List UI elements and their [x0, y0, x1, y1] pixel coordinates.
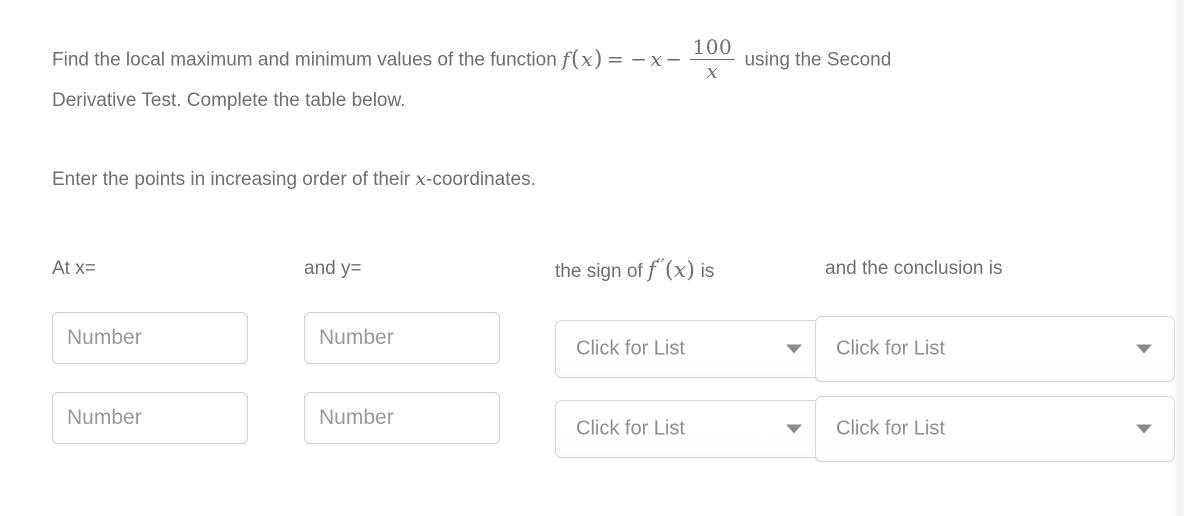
function-formula: f(x) = − x −100 x [562, 37, 739, 83]
chevron-down-icon [1136, 344, 1152, 354]
formula-minus-1: − [630, 47, 648, 71]
conclusion-dropdown-label: Click for List [836, 337, 945, 360]
prompt-text-part1: Find the local maximum and minimum value… [52, 49, 563, 71]
formula-equals: = [606, 47, 625, 71]
question-content: Find the local maximum and minimum value… [52, 0, 1172, 194]
formula-fn-name: f [562, 47, 570, 71]
y-value-input[interactable] [304, 392, 500, 444]
sign-dropdown-label: Click for List [576, 417, 685, 440]
chevron-down-icon [786, 424, 802, 434]
header-at-x: At x= [52, 258, 96, 279]
question-prompt: Find the local maximum and minimum value… [52, 37, 1142, 119]
table-row: Click for List Click for List [52, 392, 1182, 462]
ordering-instruction: Enter the points in increasing order of … [52, 165, 1172, 194]
table-row: Click for List Click for List [52, 312, 1182, 382]
formula-term-x: x [650, 47, 663, 71]
x-value-input[interactable] [52, 392, 248, 444]
conclusion-dropdown[interactable]: Click for List [815, 316, 1175, 382]
header-sign-suffix: is [695, 261, 715, 282]
chevron-down-icon [1136, 424, 1152, 434]
formula-open-paren: ( [570, 47, 581, 72]
sign-dropdown[interactable]: Click for List [555, 320, 825, 378]
fpp-variable: x [673, 258, 687, 282]
formula-fraction: 100 x [689, 37, 736, 83]
sign-dropdown[interactable]: Click for List [555, 400, 825, 458]
fraction-denominator: x [706, 59, 719, 83]
instruction-part2: -coordinates. [426, 169, 536, 190]
fpp-open-paren: ( [664, 258, 674, 283]
y-value-input[interactable] [304, 312, 500, 364]
header-sign-of-second-derivative: the sign of f′′(x) is [555, 255, 715, 283]
fpp-fn-name: f [647, 258, 657, 282]
instruction-part1: Enter the points in increasing order of … [52, 169, 416, 190]
conclusion-dropdown-label: Click for List [836, 417, 945, 440]
chevron-down-icon [786, 344, 802, 354]
instruction-variable: x [415, 168, 427, 190]
second-derivative-notation: f′′(x) [647, 255, 695, 283]
x-value-input[interactable] [52, 312, 248, 364]
formula-minus-2: − [665, 47, 683, 71]
formula-close-paren: ) [593, 47, 603, 72]
formula-variable: x [581, 47, 593, 71]
prompt-text-part2: using the Second [739, 49, 892, 71]
header-conclusion: and the conclusion is [825, 258, 1003, 279]
prompt-text-line2: Derivative Test. Complete the table belo… [52, 90, 406, 111]
header-and-y: and y= [304, 258, 362, 279]
fraction-numerator: 100 [689, 37, 736, 60]
conclusion-dropdown[interactable]: Click for List [815, 396, 1175, 462]
header-sign-prefix: the sign of [555, 261, 648, 282]
sign-dropdown-label: Click for List [576, 337, 685, 360]
fpp-primes: ′′ [656, 255, 665, 277]
table-column-headers: At x= and y= the sign of f′′(x) is and t… [52, 255, 1172, 292]
